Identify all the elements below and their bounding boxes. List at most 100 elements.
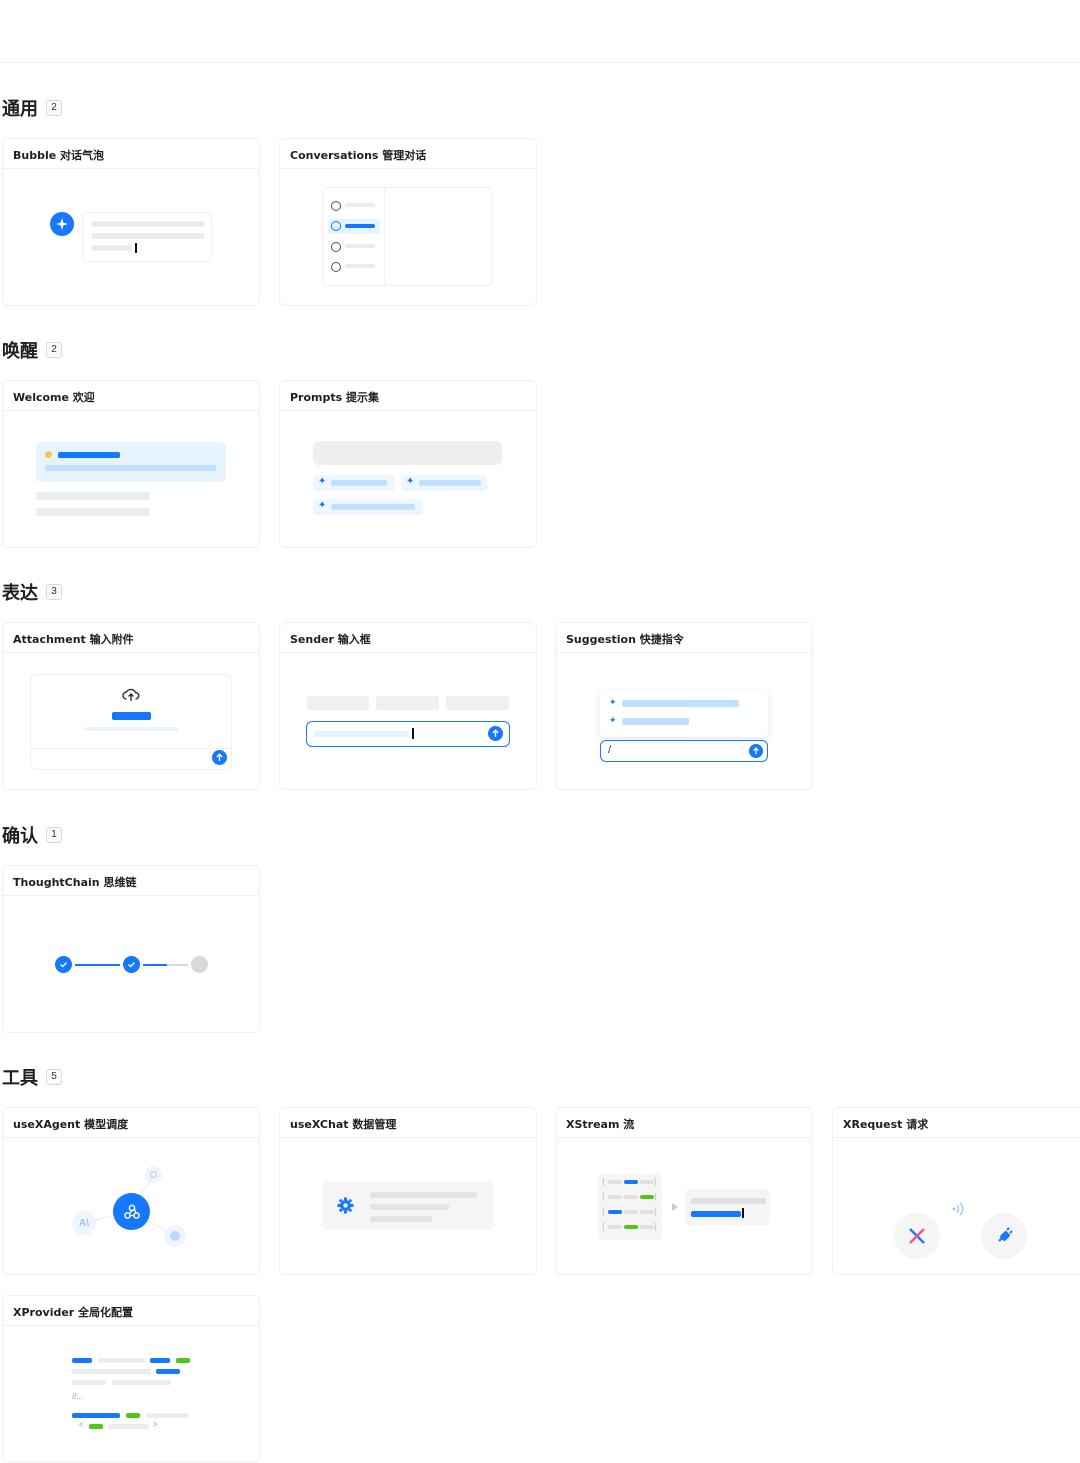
- component-card-suggestion[interactable]: Suggestion 快捷指令 ✦ ✦ /: [555, 622, 813, 790]
- prompt-chip[interactable]: ✦: [313, 475, 395, 491]
- section-count-badge: 2: [46, 342, 62, 358]
- card-title: useXAgent 模型调度: [3, 1108, 259, 1138]
- component-card-xprovider[interactable]: XProvider 全局化配置 //... < >: [2, 1295, 260, 1463]
- section-header-general: 通用 2: [2, 95, 62, 121]
- component-card-bubble[interactable]: Bubble 对话气泡: [2, 138, 260, 306]
- card-title: XStream 流: [556, 1108, 812, 1138]
- check-icon: [55, 956, 72, 973]
- sparkle-icon: ✦: [318, 500, 327, 511]
- section-title: 唤醒: [2, 341, 38, 362]
- conversation-list: [323, 188, 385, 285]
- section-header-confirm: 确认 1: [2, 822, 62, 848]
- suggestion-item[interactable]: [622, 718, 689, 725]
- gear-icon: [336, 1196, 355, 1215]
- suggestion-item[interactable]: [622, 700, 739, 707]
- code-comment: //...: [72, 1392, 84, 1401]
- prompts-header: [313, 441, 502, 465]
- arrow-up-circle-icon[interactable]: [212, 750, 227, 765]
- sparkle-icon: ✦: [406, 476, 415, 487]
- card-title: Welcome 欢迎: [3, 381, 259, 411]
- section-title: 通用: [2, 99, 38, 120]
- chat-bubble-icon: [331, 201, 341, 211]
- section-header-wakeup: 唤醒 2: [2, 337, 62, 363]
- component-card-xrequest[interactable]: XRequest 请求: [832, 1107, 1080, 1275]
- chain-connector: [143, 964, 167, 966]
- component-card-xstream[interactable]: XStream 流 { } { } { } { }: [555, 1107, 813, 1275]
- chain-connector: [75, 964, 120, 966]
- ai-icon: [164, 1225, 186, 1247]
- wave-icon: [45, 451, 52, 458]
- check-icon: [123, 956, 140, 973]
- card-preview: { } { } { } { }: [556, 1138, 812, 1274]
- section-header-express: 表达 3: [2, 579, 62, 605]
- card-title: Bubble 对话气泡: [3, 139, 259, 169]
- data-panel: [322, 1182, 494, 1230]
- brace-text: {: [602, 1207, 605, 1216]
- chain-connector: [167, 964, 188, 966]
- card-title: ThoughtChain 思维链: [3, 866, 259, 896]
- welcome-banner: [36, 442, 226, 482]
- component-card-usexagent[interactable]: useXAgent 模型调度 A\: [2, 1107, 260, 1275]
- card-title: Attachment 输入附件: [3, 623, 259, 653]
- input-value: /: [608, 744, 612, 756]
- section-count-badge: 2: [46, 100, 62, 116]
- sparkle-icon: [50, 212, 74, 236]
- ai-icon: [145, 1166, 162, 1183]
- card-preview: [3, 411, 259, 547]
- top-bar: [0, 0, 1080, 63]
- card-preview: //... < >: [3, 1326, 259, 1462]
- prompt-chip[interactable]: ✦: [313, 499, 423, 515]
- card-title: useXChat 数据管理: [280, 1108, 536, 1138]
- card-title: XProvider 全局化配置: [3, 1296, 259, 1326]
- card-title: XRequest 请求: [833, 1108, 1080, 1138]
- card-preview: ✦ ✦ /: [556, 653, 812, 789]
- brace-text: }: [654, 1207, 657, 1216]
- text-cursor: [742, 1208, 744, 1218]
- plug-icon: [981, 1213, 1027, 1259]
- section-count-badge: 1: [46, 827, 62, 843]
- suggestion-input[interactable]: /: [600, 740, 768, 762]
- component-card-prompts[interactable]: Prompts 提示集 ✦ ✦ ✦: [279, 380, 537, 548]
- sender-input[interactable]: [306, 721, 510, 747]
- chat-bubble: [82, 212, 212, 262]
- text-cursor: [135, 243, 137, 253]
- component-card-welcome[interactable]: Welcome 欢迎: [2, 380, 260, 548]
- webhook-icon: [113, 1193, 150, 1230]
- card-preview: [280, 1138, 536, 1274]
- arrow-up-circle-icon[interactable]: [749, 744, 763, 758]
- section-count-badge: 5: [46, 1069, 62, 1085]
- card-title: Sender 输入框: [280, 623, 536, 653]
- attachment-dropzone[interactable]: [30, 674, 232, 770]
- card-preview: [280, 169, 536, 305]
- chat-bubble-icon: [331, 242, 341, 252]
- component-card-thoughtchain[interactable]: ThoughtChain 思维链: [2, 865, 260, 1033]
- section-count-badge: 3: [46, 584, 62, 600]
- sparkle-icon: ✦: [318, 476, 327, 487]
- card-preview: [3, 169, 259, 305]
- chat-bubble-icon: [331, 262, 341, 272]
- component-card-attachment[interactable]: Attachment 输入附件: [2, 622, 260, 790]
- card-preview: A\: [3, 1138, 259, 1274]
- suggestion-dropdown: ✦ ✦: [600, 691, 768, 737]
- card-preview: ✦ ✦ ✦: [280, 411, 536, 547]
- signal-icon: [950, 1200, 968, 1221]
- chat-bubble-icon: [331, 221, 341, 231]
- conversations-panel: [322, 187, 493, 286]
- prompt-chip[interactable]: ✦: [401, 475, 487, 491]
- pending-step-icon: [191, 956, 208, 973]
- arrow-up-circle-icon[interactable]: [488, 726, 503, 741]
- component-card-conversations[interactable]: Conversations 管理对话: [279, 138, 537, 306]
- section-title: 表达: [2, 583, 38, 604]
- card-preview: [3, 653, 259, 789]
- x-logo-icon: [894, 1213, 940, 1259]
- sparkle-icon: ✦: [609, 697, 617, 707]
- stream-chunks: { } { } { } { }: [598, 1174, 662, 1240]
- section-header-tools: 工具 5: [2, 1064, 62, 1090]
- section-title: 工具: [2, 1068, 38, 1089]
- play-arrow-icon: [672, 1203, 678, 1211]
- card-title: Conversations 管理对话: [280, 139, 536, 169]
- code-bracket: >: [153, 1420, 158, 1429]
- component-card-sender[interactable]: Sender 输入框: [279, 622, 537, 790]
- component-card-usexchat[interactable]: useXChat 数据管理: [279, 1107, 537, 1275]
- brace-text: }: [654, 1177, 657, 1186]
